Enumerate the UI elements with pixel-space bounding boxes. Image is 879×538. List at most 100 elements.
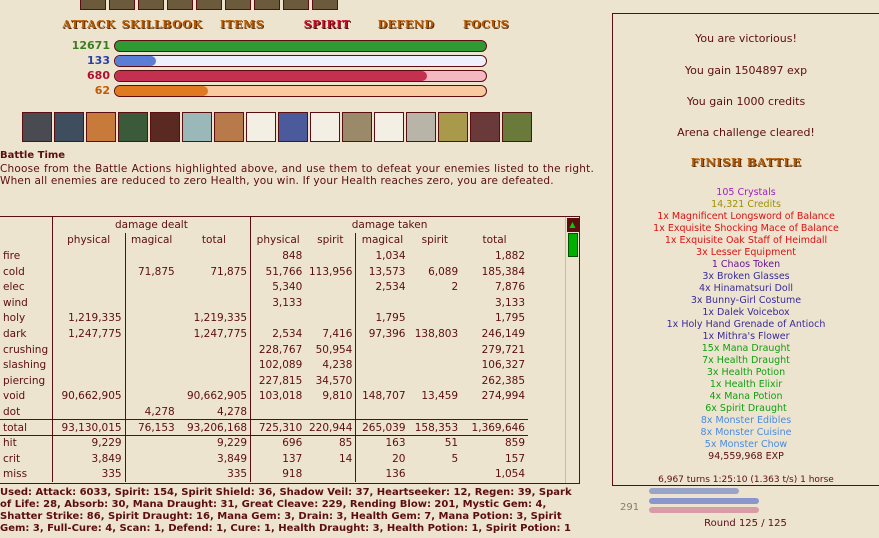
quickbar-slot[interactable] <box>22 112 52 142</box>
stats-cell: 76,153 <box>124 419 178 436</box>
stats-cell: 90,662,905 <box>186 390 248 403</box>
damage-taken-header: damage taken <box>250 217 528 233</box>
effect-icon <box>109 0 135 10</box>
quickbar-slot[interactable] <box>118 112 148 142</box>
quickbar-slot[interactable] <box>150 112 180 142</box>
menu-items[interactable]: ITEMS <box>206 17 278 33</box>
stats-row-label: dark <box>3 327 27 340</box>
menu-spirit[interactable]: SPIRIT <box>278 17 376 33</box>
effect-icon <box>225 0 251 10</box>
quickbar-slot[interactable] <box>54 112 84 142</box>
stats-cell: 227,815 <box>250 372 306 389</box>
stats-cell <box>250 404 306 420</box>
stats-cell: 93,130,015 <box>51 419 126 436</box>
effect-icon <box>167 0 193 10</box>
finish-battle-button[interactable]: FINISH BATTLE <box>613 155 879 169</box>
quickbar-slot-empty[interactable] <box>310 112 340 142</box>
quickbar-slot[interactable] <box>214 112 244 142</box>
quickbar-slot-empty[interactable] <box>374 112 404 142</box>
loot-item: 1x Dalek Voicebox <box>702 307 790 318</box>
stats-cell: 93,206,168 <box>177 419 251 436</box>
stats-row-dot: dot 4,278 4,278 <box>0 404 528 420</box>
battle-stats-panel: damage dealt damage taken physical magic… <box>0 216 580 484</box>
quickbar-slot[interactable] <box>182 112 212 142</box>
spirit-bar-row: 680 <box>60 68 487 83</box>
overcharge-value: 62 <box>94 84 110 97</box>
scroll-thumb[interactable] <box>567 233 578 257</box>
menu-attack[interactable]: ATTACK <box>60 17 118 33</box>
quickbar-slot[interactable] <box>342 112 372 142</box>
effect-icons-row <box>80 0 338 10</box>
stats-row-cold: cold 71,875 71,875 51,766 113,956 13,573 6,089… <box>0 263 528 280</box>
stats-cell <box>305 248 356 264</box>
stats-cell: 3,133 <box>250 294 306 311</box>
stats-cell <box>178 373 251 389</box>
stats-cell: 848 <box>250 248 306 264</box>
stats-cell: 279,721 <box>481 343 525 356</box>
stats-cell: 1,219,335 <box>193 312 248 325</box>
stats-cell <box>409 357 462 373</box>
stats-cell: 50,954 <box>315 343 353 356</box>
quickbar-slot[interactable] <box>438 112 468 142</box>
stats-row-label: crit <box>3 452 21 465</box>
stats-cell <box>51 341 126 358</box>
quickbar-slot[interactable] <box>502 112 532 142</box>
stats-scrollbar[interactable]: ▲ <box>565 217 579 483</box>
stats-cell <box>305 279 356 295</box>
battle-log-panel: You are victorious! You gain 1504897 exp… <box>612 13 879 486</box>
quickbar-slot[interactable] <box>86 112 116 142</box>
stats-row-label: void <box>3 390 26 403</box>
col-taken-physical: physical <box>250 232 306 249</box>
stats-cell: 4,238 <box>322 359 353 372</box>
stats-cell: 1,247,775 <box>193 327 248 340</box>
stats-cell <box>409 342 462 358</box>
stats-cell: 106,327 <box>481 359 525 372</box>
turns-summary: 6,967 turns 1:25:10 (1.363 t/s) 1 horse <box>658 475 834 485</box>
stats-cell <box>409 467 462 483</box>
stats-row-label: holy <box>3 312 26 325</box>
player-hp-value: 291 <box>620 502 640 513</box>
loot-item: 8x Monster Cuisine <box>700 427 792 438</box>
stats-cell: 7,416 <box>322 327 353 340</box>
stats-cell: 246,149 <box>481 327 525 340</box>
loot-item: 105 Crystals <box>716 187 776 198</box>
stats-cell: 9,229 <box>51 434 126 451</box>
stats-cell: 859 <box>461 434 528 451</box>
loot-item: 1x Exquisite Oak Staff of Heimdall <box>664 235 828 246</box>
menu-focus[interactable]: FOCUS <box>436 17 536 33</box>
effect-icon <box>80 0 106 10</box>
loot-item: 5x Monster Chow <box>704 439 788 450</box>
stats-cell <box>124 248 178 264</box>
col-taken-magical: magical <box>355 232 409 249</box>
stats-cell: 148,707 <box>355 388 409 405</box>
stats-row-dark: dark 1,247,775 1,247,775 2,534 7,416 97,396 13… <box>0 326 528 342</box>
stats-row-label: hit <box>0 434 53 451</box>
scroll-up-arrow-icon[interactable]: ▲ <box>566 218 579 232</box>
arena-message: Arena challenge cleared! <box>677 126 815 139</box>
magic-bar-row: 133 <box>60 53 487 68</box>
quickbar-slot-empty[interactable] <box>246 112 276 142</box>
stats-cell: 265,039 <box>355 419 409 436</box>
quickbar-slot[interactable] <box>406 112 436 142</box>
stats-cell <box>178 248 251 264</box>
stats-cell <box>124 294 178 311</box>
menu-defend[interactable]: DEFEND <box>376 17 436 33</box>
stats-cell <box>178 295 251 311</box>
stats-cell: 85 <box>305 434 356 451</box>
spirit-bar-fill <box>115 70 427 81</box>
quickbar-slot[interactable] <box>278 112 308 142</box>
stats-cell <box>51 248 126 264</box>
stats-cell: 90,662,905 <box>51 388 126 405</box>
battle-action-menu: ATTACK SKILLBOOK ITEMS SPIRIT DEFEND FOC… <box>60 17 536 33</box>
stats-cell: 3,849 <box>51 450 126 467</box>
loot-item: 4x Hinamatsuri Doll <box>698 283 794 294</box>
stats-cell: 1,054 <box>494 468 525 481</box>
quickbar-slot[interactable] <box>470 112 500 142</box>
menu-skillbook[interactable]: SKILLBOOK <box>118 17 206 33</box>
stats-cell <box>355 404 409 420</box>
player-status: 291 Round 125 / 125 <box>612 486 879 538</box>
stats-cell <box>51 294 126 311</box>
health-bar-row: 12671 <box>60 38 487 53</box>
stats-cell <box>51 279 126 295</box>
col-taken-spirit2: spirit <box>421 234 449 247</box>
